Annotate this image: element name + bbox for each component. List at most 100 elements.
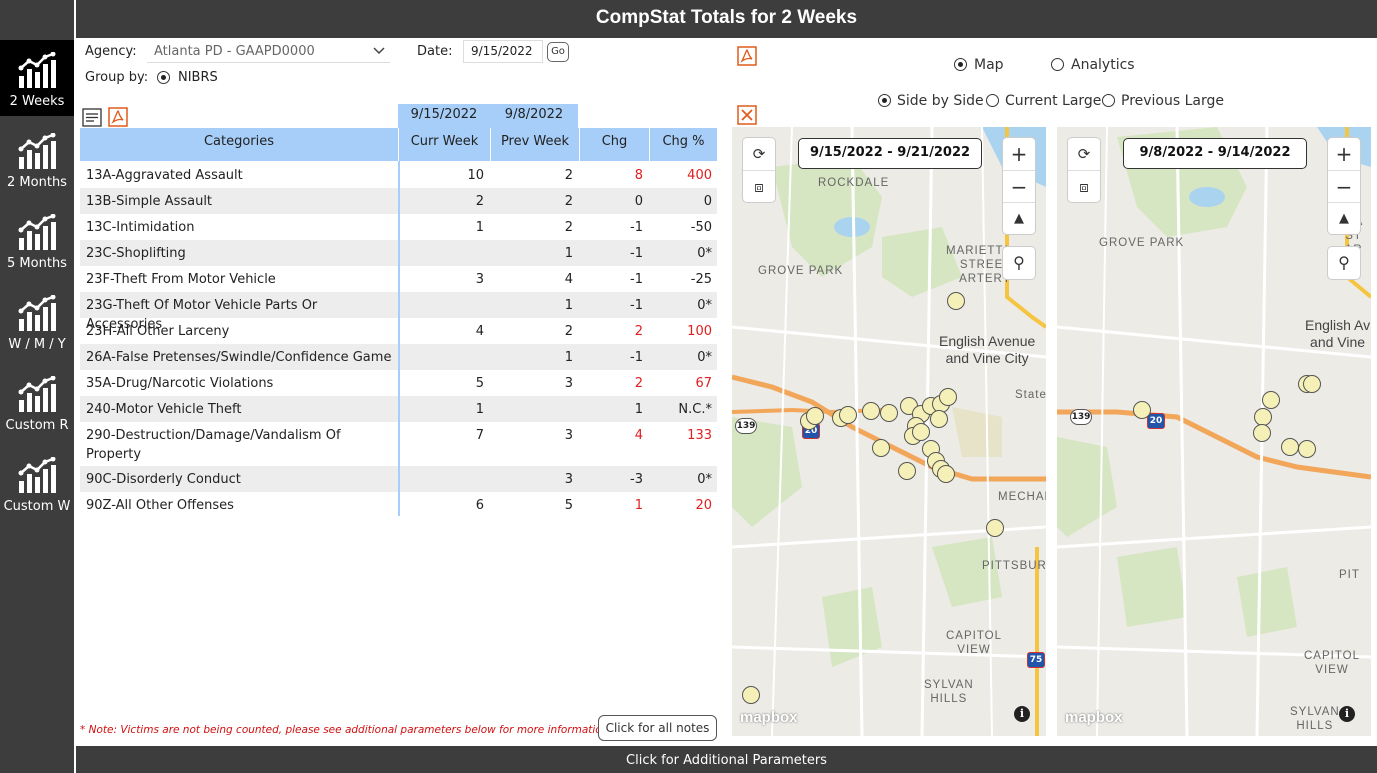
incident-marker[interactable] <box>937 465 955 483</box>
zoom-out-button[interactable]: − <box>1003 170 1035 202</box>
go-button[interactable]: Go <box>547 42 569 62</box>
compass-icon[interactable]: ▲ <box>1003 202 1035 234</box>
incident-marker[interactable] <box>839 406 857 424</box>
cell-curr <box>400 240 484 244</box>
map-place-label: PITTSBURG <box>982 560 1046 572</box>
compass-icon[interactable]: ▲ <box>1328 202 1360 234</box>
nav-custom-r[interactable]: Custom R <box>0 364 74 440</box>
agency-value: Atlanta PD - GAAPD0000 <box>154 44 315 59</box>
cell-pct: 100 <box>687 324 712 339</box>
map-tools: ⟳ ⧈ <box>1068 138 1100 202</box>
current-large-radio[interactable] <box>986 94 999 107</box>
select-box-icon[interactable]: ⧈ <box>743 170 775 202</box>
cell-category: 290-Destruction/Damage/Vandalism Of Prop… <box>86 428 341 462</box>
mapbox-logo[interactable]: mapbox <box>1065 709 1123 726</box>
map-base <box>1057 127 1371 736</box>
cell-category: 26A-False Pretenses/Swindle/Confidence G… <box>86 350 392 365</box>
cell-prev: 1 <box>564 350 573 365</box>
incident-marker[interactable] <box>1262 391 1280 409</box>
incident-marker[interactable] <box>939 388 957 406</box>
nav-2-months[interactable]: 2 Months <box>0 121 74 197</box>
incident-marker[interactable] <box>1253 424 1271 442</box>
cell-prev: 1 <box>564 246 573 261</box>
cell-prev: 1 <box>564 298 573 313</box>
cell-chg: -3 <box>630 472 643 487</box>
pdf-icon[interactable] <box>737 46 757 66</box>
info-icon[interactable]: i <box>1339 706 1355 722</box>
cell-curr <box>400 466 484 470</box>
cell-category: 23F-Theft From Motor Vehicle <box>86 272 276 287</box>
agency-select[interactable]: Atlanta PD - GAAPD0000 <box>147 41 390 63</box>
date-input[interactable]: 9/15/2022 <box>463 40 543 63</box>
incident-marker[interactable] <box>862 402 880 420</box>
zoom-in-button[interactable]: + <box>1328 138 1360 170</box>
col-categories[interactable]: Categories <box>80 128 398 161</box>
incident-marker[interactable] <box>930 410 948 428</box>
cell-curr: 4 <box>475 324 484 339</box>
cell-curr: 1 <box>475 220 484 235</box>
zoom-in-button[interactable]: + <box>1003 138 1035 170</box>
nav-5-months[interactable]: 5 Months <box>0 202 74 278</box>
incident-marker[interactable] <box>898 462 916 480</box>
incident-marker[interactable] <box>1281 438 1299 456</box>
incident-marker[interactable] <box>986 519 1004 537</box>
nav-label: W / M / Y <box>8 337 66 352</box>
bar-chart-icon <box>18 295 56 331</box>
side-by-side-radio[interactable] <box>878 94 891 107</box>
nav-wmy[interactable]: W / M / Y <box>0 283 74 359</box>
notes-icon[interactable] <box>82 108 102 127</box>
col-chg-pct[interactable]: Chg % <box>650 128 717 161</box>
incident-marker[interactable] <box>1298 440 1316 458</box>
groupby-nibrs-radio[interactable] <box>157 71 170 84</box>
incident-marker[interactable] <box>880 404 898 422</box>
highway-shield: 139 <box>735 418 757 434</box>
view-analytics-label: Analytics <box>1071 57 1135 73</box>
rotate-icon[interactable]: ⟳ <box>743 138 775 170</box>
col-curr-week[interactable]: Curr Week <box>399 128 490 161</box>
col-prev-week[interactable]: Prev Week <box>491 128 579 161</box>
additional-parameters-button[interactable]: Click for Additional Parameters <box>76 746 1377 773</box>
previous-large-radio[interactable] <box>1102 94 1115 107</box>
search-icon[interactable]: ⚲ <box>1328 247 1360 279</box>
cell-chg: -1 <box>630 220 643 235</box>
col-chg[interactable]: Chg <box>580 128 649 161</box>
incident-marker[interactable] <box>947 292 965 310</box>
cell-pct: N.C.* <box>678 402 712 417</box>
nav-custom-w[interactable]: Custom W <box>0 445 74 521</box>
bar-chart-icon <box>18 52 56 88</box>
incident-marker[interactable] <box>742 686 760 704</box>
map-tools: ⟳ ⧈ <box>743 138 775 202</box>
info-icon[interactable]: i <box>1014 706 1030 722</box>
previous-map[interactable]: GROVE PARK MA ST AR English Av and Vine … <box>1057 127 1371 736</box>
select-box-icon[interactable]: ⧈ <box>1068 170 1100 202</box>
all-notes-button[interactable]: Click for all notes <box>598 715 717 741</box>
map-place-label: MARIETTA STREET ARTERY <box>946 245 1012 285</box>
incident-marker[interactable] <box>1303 375 1321 393</box>
cell-chg: -1 <box>630 272 643 287</box>
view-analytics-radio[interactable] <box>1051 58 1064 71</box>
cell-curr <box>400 292 484 296</box>
excel-icon[interactable] <box>737 105 757 125</box>
incident-marker[interactable] <box>872 439 890 457</box>
nav-2-weeks[interactable]: 2 Weeks <box>0 40 74 116</box>
incident-marker[interactable] <box>806 407 824 425</box>
mapbox-logo[interactable]: mapbox <box>740 709 798 726</box>
curr-date-header: 9/15/2022 <box>398 104 490 128</box>
pdf-icon[interactable] <box>108 107 128 127</box>
cell-prev: 3 <box>564 376 573 391</box>
rotate-icon[interactable]: ⟳ <box>1068 138 1100 170</box>
cell-pct: -50 <box>690 220 712 235</box>
cell-prev: 2 <box>564 194 573 209</box>
view-map-radio[interactable] <box>954 58 967 71</box>
map-place-label: SYLVAN HILLS <box>924 679 974 705</box>
search-icon[interactable]: ⚲ <box>1003 247 1035 279</box>
incident-marker[interactable] <box>1133 401 1151 419</box>
bar-chart-icon <box>18 133 56 169</box>
incident-marker[interactable] <box>912 423 930 441</box>
zoom-out-button[interactable]: − <box>1328 170 1360 202</box>
table-divider <box>398 161 400 516</box>
cell-prev: 3 <box>564 472 573 487</box>
cell-pct: 0* <box>697 350 712 365</box>
current-map[interactable]: ROCKDALE GROVE PARK MARIETTA STREET ARTE… <box>732 127 1046 736</box>
bar-chart-icon <box>18 376 56 412</box>
